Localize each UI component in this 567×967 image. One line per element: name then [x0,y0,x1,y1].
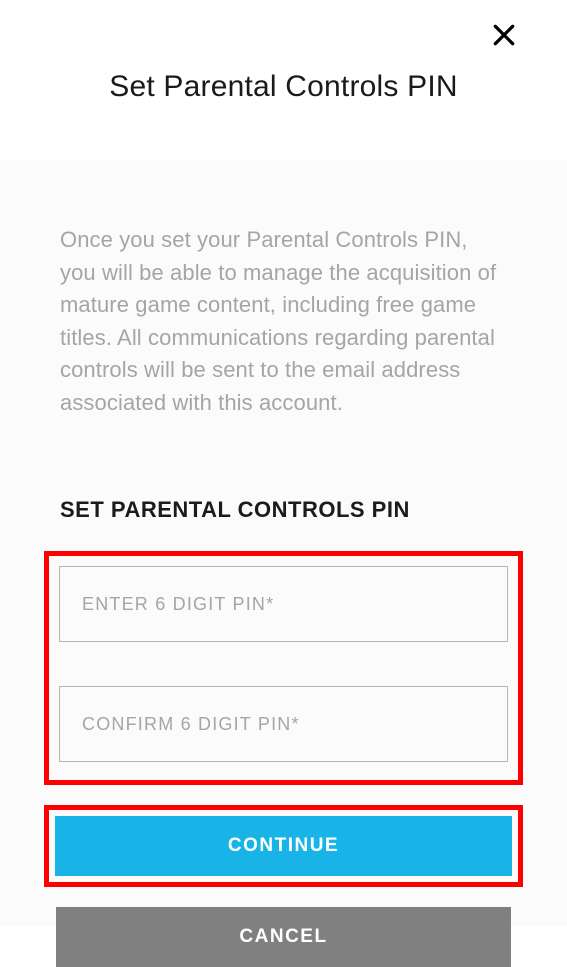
section-heading: SET PARENTAL CONTROLS PIN [60,497,507,523]
close-icon[interactable] [491,22,517,48]
continue-highlight: CONTINUE [44,805,523,887]
enter-pin-input[interactable] [59,566,508,642]
page-title: Set Parental Controls PIN [109,70,458,104]
continue-button[interactable]: CONTINUE [55,816,512,876]
confirm-pin-input[interactable] [59,686,508,762]
description-text: Once you set your Parental Controls PIN,… [60,224,507,419]
cancel-button[interactable]: CANCEL [56,907,511,967]
dialog-header: Set Parental Controls PIN [0,0,567,160]
pin-inputs-group [44,551,523,785]
dialog-content: Once you set your Parental Controls PIN,… [0,160,567,926]
